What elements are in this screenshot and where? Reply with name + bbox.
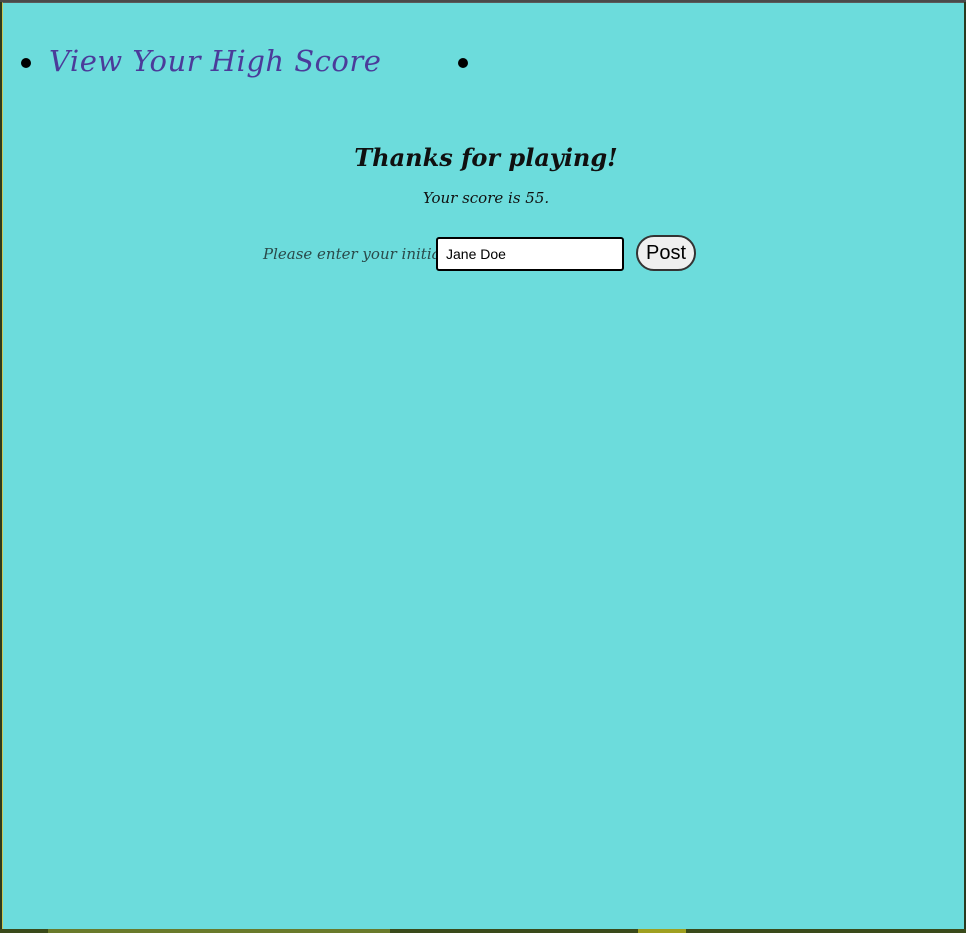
initials-label: Please enter your initials: xyxy=(263,245,459,263)
bottom-strip xyxy=(0,929,966,933)
view-high-score-link[interactable]: View Your High Score xyxy=(49,44,381,78)
score-text: Your score is 55. xyxy=(422,189,550,207)
nav-bullet-icon xyxy=(458,58,468,68)
nav-list: View Your High Score xyxy=(17,41,957,85)
nav-bullet-icon xyxy=(21,58,31,68)
post-button[interactable]: Post xyxy=(636,235,696,271)
page-body: View Your High Score Thanks for playing!… xyxy=(2,2,964,929)
page-title: Thanks for playing! xyxy=(354,143,618,172)
initials-input[interactable] xyxy=(436,237,624,271)
